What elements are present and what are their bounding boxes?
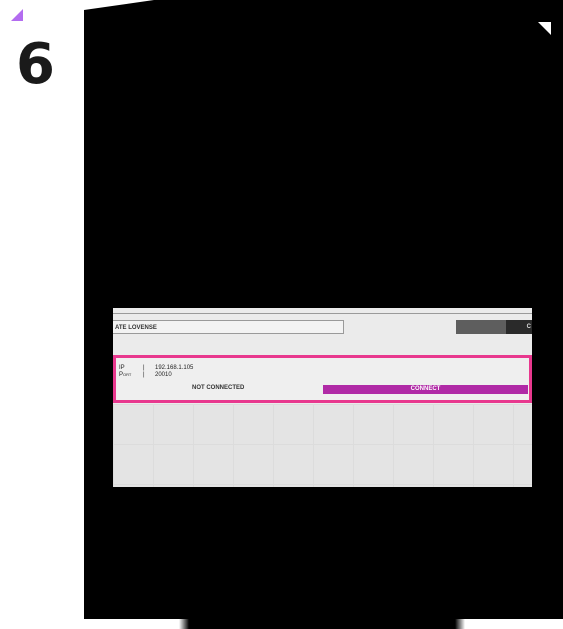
ip-separator: | [143,365,145,371]
frame-cut-bottom-left [84,619,189,629]
frame-cut-top [84,0,154,10]
panel-divider [113,313,532,314]
step-number: 6 [16,32,55,97]
tutorial-page: 6 ATE LOVENSE C IP | 192.168.1.105 Port … [0,0,563,629]
port-value: 20010 [155,372,172,378]
lovense-panel: ATE LOVENSE C IP | 192.168.1.105 Port | … [113,308,532,487]
device-card: IP | 192.168.1.105 Port | 20010 NOT CONN… [113,355,532,403]
connect-button[interactable]: CONNECT [323,385,528,394]
corner-triangle-icon [11,9,23,21]
ip-value: 192.168.1.105 [155,365,194,371]
search-input[interactable]: ATE LOVENSE [113,320,344,334]
panel-right-button[interactable]: C [506,320,532,334]
close-icon[interactable] [538,22,551,35]
port-separator: | [143,372,145,378]
frame-cut-bottom-right [455,619,563,629]
port-label: Port [119,372,132,378]
connection-status: NOT CONNECTED [192,385,245,391]
panel-background-grid [113,404,532,487]
ip-label: IP [119,365,125,371]
